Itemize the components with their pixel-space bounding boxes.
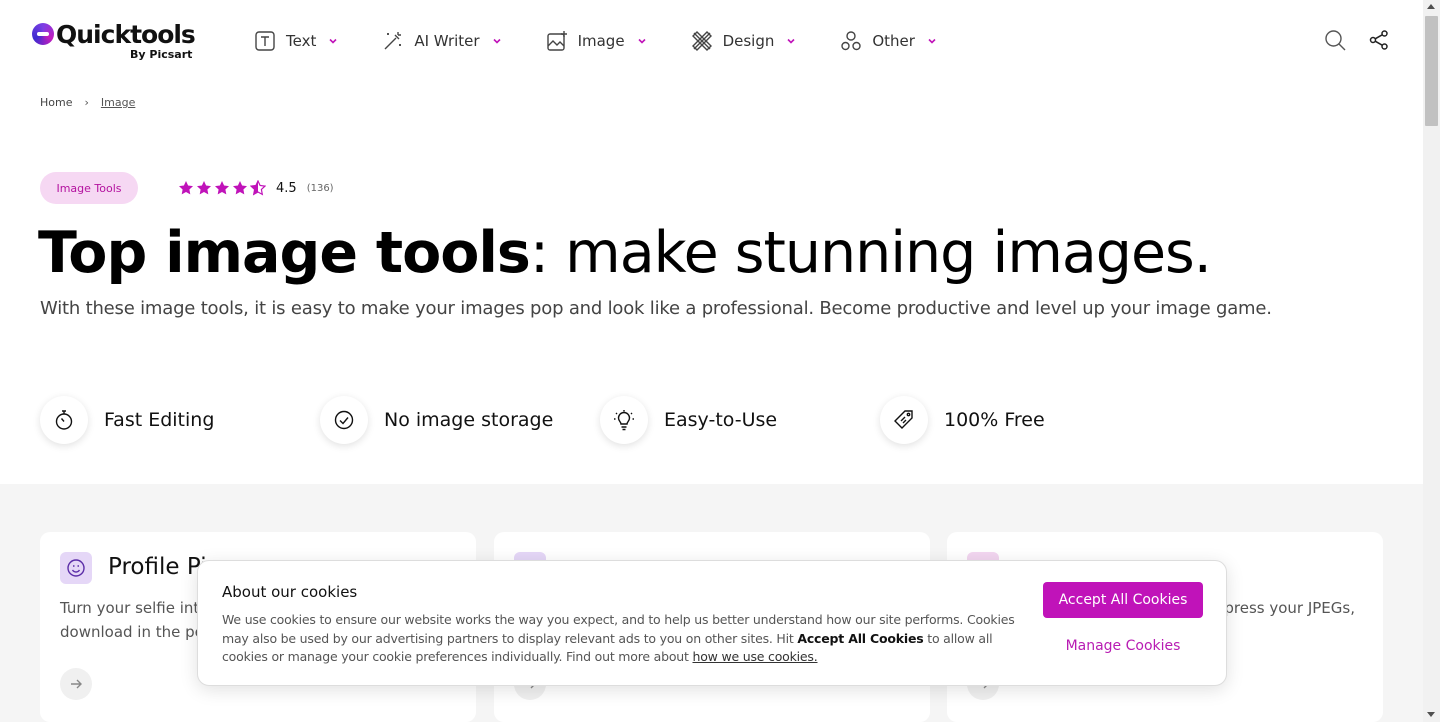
cookie-banner: About our cookies We use cookies to ensu… (197, 560, 1227, 686)
page-subtitle: With these image tools, it is easy to ma… (40, 298, 1272, 319)
card-icon-wrap (60, 552, 92, 584)
feature-label: No image storage (384, 409, 554, 431)
nav-item-text[interactable]: Text (254, 26, 338, 56)
share-icon[interactable] (1368, 29, 1390, 51)
stopwatch-icon (55, 410, 73, 430)
feature-item: Easy-to-Use (600, 396, 880, 444)
text-box-icon (255, 31, 275, 51)
star-full-icon (215, 181, 229, 195)
cookie-text: We use cookies to ensure our website wor… (222, 611, 1022, 667)
quicktools-logo[interactable]: Quicktools By Picsart (32, 20, 202, 62)
magic-wand-icon (384, 32, 402, 50)
breadcrumb-home[interactable]: Home (40, 96, 72, 109)
rating: 4.5 (136) (178, 180, 334, 196)
shapes-icon (841, 31, 862, 51)
smiley-face-icon (67, 559, 85, 577)
arrow-right-icon (71, 679, 82, 689)
nav-item-design[interactable]: Design (691, 26, 797, 56)
lightbulb-icon (614, 410, 634, 431)
search-icon[interactable] (1324, 29, 1346, 51)
cookie-title: About our cookies (222, 583, 358, 601)
nav-label: AI Writer (414, 32, 480, 50)
breadcrumb: Home › Image (40, 96, 135, 109)
nav-item-other[interactable]: Other (840, 26, 937, 56)
logo-title: Quicktools (56, 20, 196, 49)
feature-icon-wrap (40, 396, 88, 444)
price-tag-icon (894, 410, 913, 429)
rating-count: (136) (306, 182, 334, 194)
main-nav: Text AI Writer Image Design Other (254, 26, 981, 56)
nav-label: Design (722, 32, 775, 50)
star-full-icon (197, 181, 211, 195)
rating-value: 4.5 (276, 180, 297, 196)
page-title: Top image tools: make stunning images. (38, 220, 1212, 286)
site-header: Quicktools By Picsart Text AI Writer Ima… (0, 0, 1423, 80)
feature-item: Fast Editing (40, 396, 320, 444)
logo-byline: By Picsart (130, 48, 193, 61)
nav-label: Image (577, 32, 625, 50)
scroll-up-arrow-icon[interactable] (1427, 4, 1435, 9)
chevron-down-icon (787, 38, 795, 44)
chevron-down-icon (493, 38, 501, 44)
scrollbar-thumb[interactable] (1425, 16, 1438, 126)
breadcrumb-separator: › (84, 96, 89, 109)
image-icon (546, 31, 567, 51)
star-half-icon (250, 180, 266, 196)
feature-item: No image storage (320, 396, 600, 444)
nav-label: Text (286, 32, 317, 50)
chevron-down-icon (928, 38, 936, 44)
nav-item-image[interactable]: Image (546, 26, 647, 56)
feature-icon-wrap (320, 396, 368, 444)
vertical-scrollbar[interactable] (1423, 0, 1440, 722)
feature-icon-wrap (600, 396, 648, 444)
star-full-icon (233, 181, 247, 195)
nav-label: Other (872, 32, 915, 50)
feature-label: 100% Free (944, 409, 1045, 431)
feature-list: Fast Editing No image storage Easy-to-Us… (40, 396, 1160, 444)
chevron-down-icon (329, 38, 337, 44)
cookie-text-bold: Accept All Cookies (797, 630, 924, 646)
feature-icon-wrap (880, 396, 928, 444)
check-circle-icon (334, 410, 354, 430)
feature-item: 100% Free (880, 396, 1160, 444)
chevron-down-icon (637, 38, 646, 44)
cookie-policy-link[interactable]: how we use cookies. (692, 649, 817, 664)
star-full-icon (179, 181, 193, 195)
breadcrumb-current[interactable]: Image (101, 96, 135, 109)
feature-label: Fast Editing (104, 409, 215, 431)
design-tools-icon (691, 31, 712, 51)
accept-all-cookies-button[interactable]: Accept All Cookies (1043, 582, 1203, 618)
scroll-down-arrow-icon[interactable] (1427, 712, 1435, 717)
manage-cookies-button[interactable]: Manage Cookies (1043, 635, 1203, 657)
page-title-rest: : make stunning images. (529, 220, 1212, 286)
feature-label: Easy-to-Use (664, 409, 778, 431)
logo-mark-icon (32, 23, 54, 45)
card-arrow-button[interactable] (60, 668, 92, 700)
nav-item-ai-writer[interactable]: AI Writer (382, 26, 501, 56)
category-badge: Image Tools (40, 172, 138, 204)
page-title-bold: Top image tools (38, 220, 531, 286)
